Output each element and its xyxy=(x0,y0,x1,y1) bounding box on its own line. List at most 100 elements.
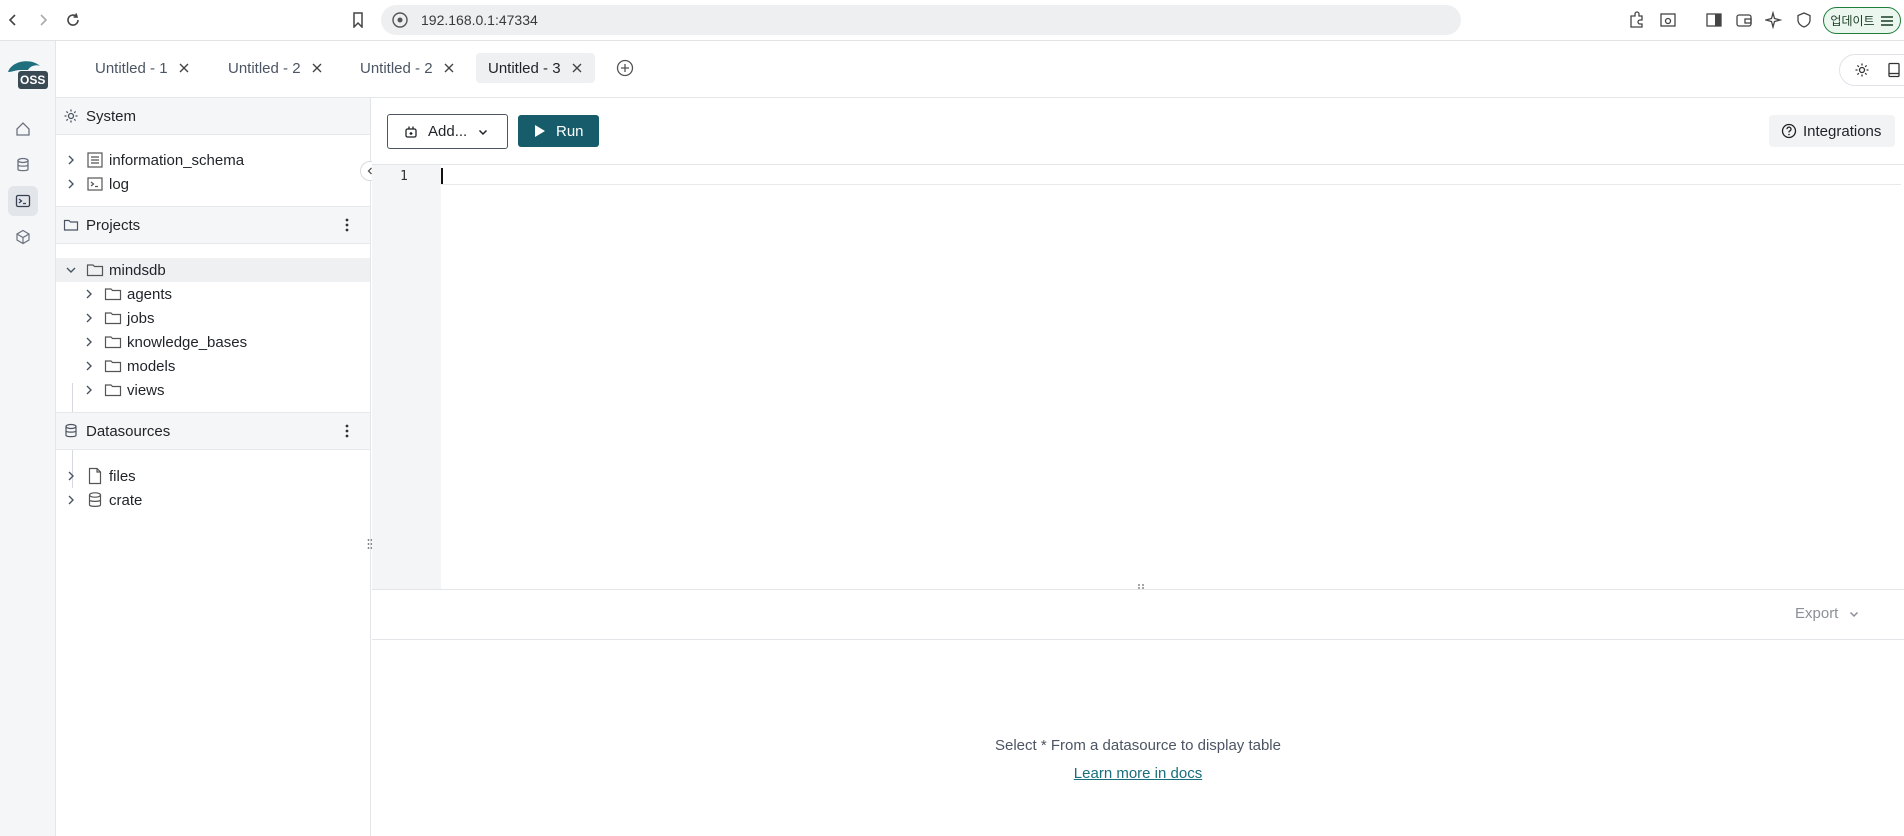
export-label: Export xyxy=(1795,605,1839,622)
datasources-section-header[interactable]: Datasources xyxy=(56,412,370,450)
tree-item-label: agents xyxy=(127,285,173,303)
tab-untitled-2[interactable]: Untitled - 2 xyxy=(216,53,335,83)
chevron-right-icon[interactable] xyxy=(83,360,95,372)
kebab-menu-icon[interactable] xyxy=(339,423,355,439)
forward-icon[interactable] xyxy=(31,8,55,32)
home-icon xyxy=(16,122,30,136)
chevron-down-icon xyxy=(1850,611,1859,617)
tree-item-knowledge-bases[interactable]: knowledge_bases xyxy=(56,330,370,354)
add-button[interactable]: Add... xyxy=(387,114,508,149)
tree-item-label: log xyxy=(109,175,130,193)
docs-link[interactable]: Learn more in docs xyxy=(372,765,1904,782)
tree-item-label: crate xyxy=(109,491,143,509)
reload-icon[interactable] xyxy=(61,8,85,32)
tree-item-information-schema[interactable]: information_schema xyxy=(56,148,370,172)
wallet-icon[interactable] xyxy=(1732,8,1756,32)
ai-sparkle-icon[interactable] xyxy=(1762,8,1786,32)
chevron-right-icon[interactable] xyxy=(83,312,95,324)
address-bar[interactable]: 192.168.0.1:47334 xyxy=(381,5,1461,35)
sql-editor[interactable]: 1 xyxy=(372,164,1904,589)
plugin-icon xyxy=(405,126,417,138)
menu-icon xyxy=(1880,15,1893,26)
close-icon[interactable] xyxy=(571,62,583,74)
folder-icon xyxy=(86,264,104,277)
table-schema-icon xyxy=(87,152,103,168)
rail-editor-button[interactable] xyxy=(8,186,38,216)
rail-home-button[interactable] xyxy=(8,114,38,144)
bookmark-icon[interactable] xyxy=(346,8,370,32)
integrations-label: Integrations xyxy=(1803,122,1882,140)
tree-item-mindsdb[interactable]: mindsdb xyxy=(56,258,370,282)
close-icon[interactable] xyxy=(311,62,323,74)
chevron-down-icon[interactable] xyxy=(65,264,77,276)
cube-icon xyxy=(16,229,30,245)
screenshot-icon[interactable] xyxy=(1656,8,1680,32)
tab-label: Untitled - 2 xyxy=(360,59,433,77)
chevron-right-icon[interactable] xyxy=(65,470,77,482)
tree-item-label: views xyxy=(127,381,165,399)
tree-item-label: models xyxy=(127,357,176,375)
export-button[interactable]: Export xyxy=(1795,605,1860,622)
section-title: Projects xyxy=(86,216,141,234)
back-icon[interactable] xyxy=(1,8,25,32)
line-gutter: 1 xyxy=(372,165,441,589)
rail-database-button[interactable] xyxy=(8,150,38,180)
editor-toolbar: Add... Run Integrations xyxy=(372,98,1904,164)
results-toolbar: Export xyxy=(372,590,1904,640)
shield-icon[interactable] xyxy=(1792,8,1816,32)
kebab-menu-icon[interactable] xyxy=(339,217,355,233)
tree-item-jobs[interactable]: jobs xyxy=(56,306,370,330)
browser-toolbar: 192.168.0.1:47334 업데이트 xyxy=(0,0,1904,41)
section-title: Datasources xyxy=(86,422,171,440)
top-tools-group xyxy=(1839,54,1904,86)
close-icon[interactable] xyxy=(443,62,455,74)
integrations-button[interactable]: Integrations xyxy=(1769,115,1895,147)
text-caret xyxy=(441,168,443,184)
tree-item-crate[interactable]: crate xyxy=(56,488,370,512)
tree-item-label: information_schema xyxy=(109,151,245,169)
run-button[interactable]: Run xyxy=(518,115,599,147)
chevron-right-icon[interactable] xyxy=(83,336,95,348)
logo-badge-text: OSS xyxy=(20,73,46,87)
chevron-right-icon[interactable] xyxy=(65,154,77,166)
extensions-icon[interactable] xyxy=(1624,8,1648,32)
tree-item-log[interactable]: log xyxy=(56,172,370,196)
close-icon[interactable] xyxy=(178,62,190,74)
empty-state-message: Select * From a datasource to display ta… xyxy=(995,737,1281,754)
play-icon xyxy=(535,125,545,137)
tree-item-models[interactable]: models xyxy=(56,354,370,378)
tab-untitled-3[interactable]: Untitled - 3 xyxy=(476,53,595,83)
url-text[interactable]: 192.168.0.1:47334 xyxy=(421,12,538,28)
book-icon[interactable] xyxy=(1886,62,1902,78)
chevron-right-icon[interactable] xyxy=(83,288,95,300)
chevron-right-icon[interactable] xyxy=(65,494,77,506)
tab-untitled-2b[interactable]: Untitled - 2 xyxy=(348,53,467,83)
chevron-right-icon[interactable] xyxy=(65,178,77,190)
terminal-icon xyxy=(87,177,103,191)
terminal-icon xyxy=(15,194,31,208)
add-label: Add... xyxy=(428,123,468,140)
tree-item-files[interactable]: files xyxy=(56,464,370,488)
tab-label: Untitled - 3 xyxy=(488,59,561,77)
sidebar-toggle-icon[interactable] xyxy=(1702,8,1726,32)
update-button[interactable]: 업데이트 xyxy=(1823,7,1901,34)
app-rail: OSS xyxy=(0,41,56,836)
gear-icon[interactable] xyxy=(1854,62,1870,78)
chevron-down-icon xyxy=(479,129,488,135)
projects-section-header[interactable]: Projects xyxy=(56,206,370,244)
tab-label: Untitled - 2 xyxy=(228,59,301,77)
tree-item-views[interactable]: views xyxy=(56,378,370,402)
folder-icon xyxy=(104,384,122,397)
system-section-header[interactable]: System xyxy=(56,97,370,135)
rail-models-button[interactable] xyxy=(8,222,38,252)
run-label: Run xyxy=(556,122,584,140)
line-number: 1 xyxy=(400,169,408,184)
section-title: System xyxy=(86,107,137,125)
tab-untitled-1[interactable]: Untitled - 1 xyxy=(83,53,202,83)
site-info-icon[interactable] xyxy=(391,11,409,29)
tree-item-agents[interactable]: agents xyxy=(56,282,370,306)
chevron-right-icon[interactable] xyxy=(83,384,95,396)
tab-label: Untitled - 1 xyxy=(95,59,168,77)
mindsdb-logo[interactable]: OSS xyxy=(6,58,50,94)
add-tab-icon[interactable] xyxy=(615,58,635,78)
